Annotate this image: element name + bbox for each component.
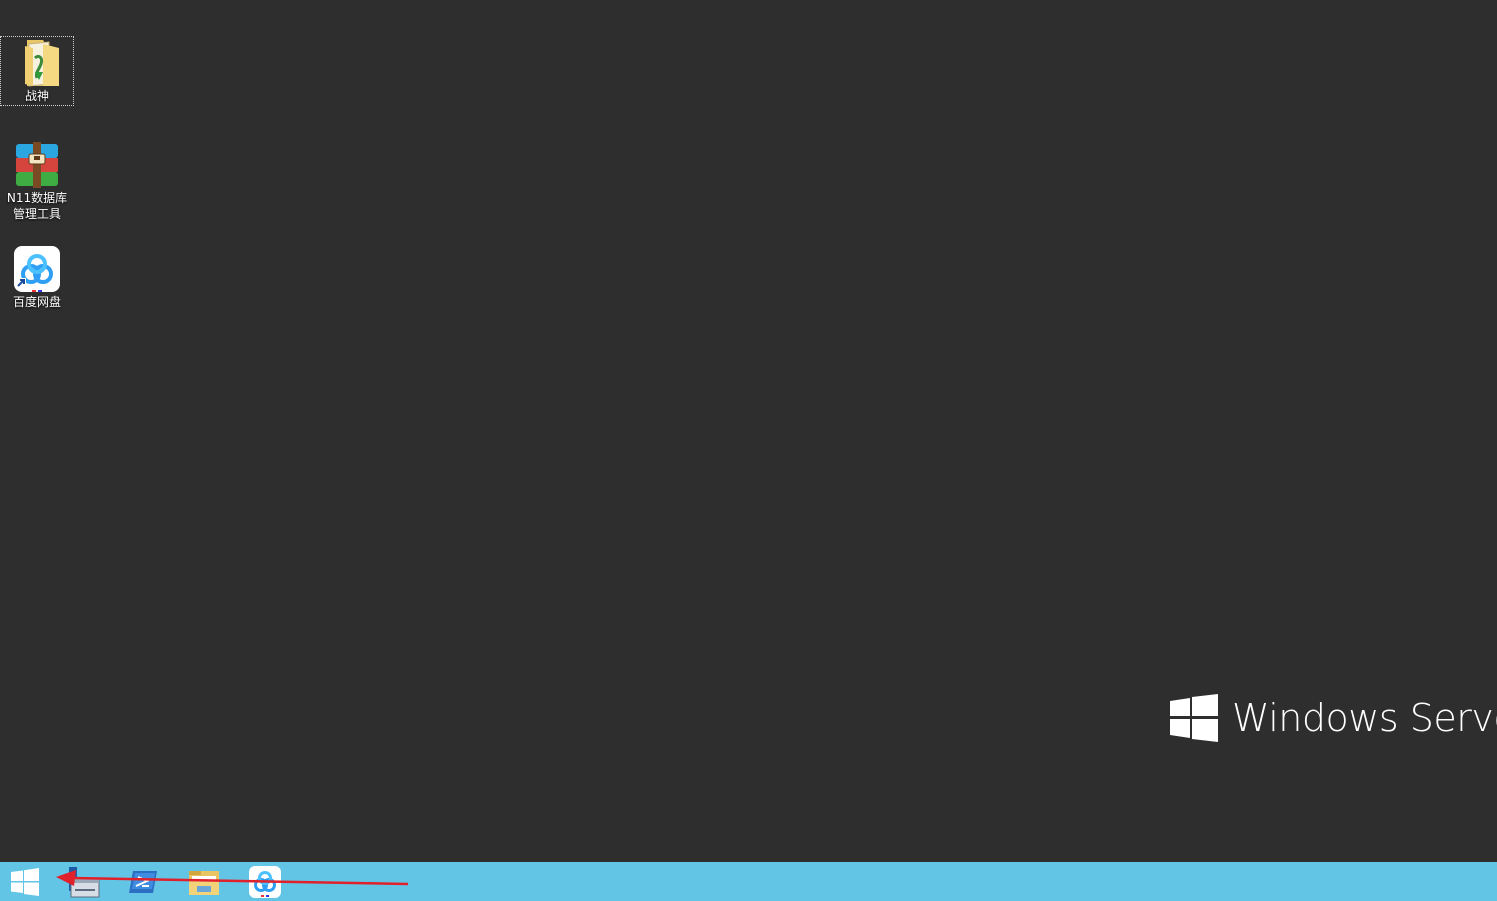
taskbar-server-manager[interactable] bbox=[56, 862, 106, 901]
windows-server-branding: Windows Server bbox=[1170, 694, 1497, 742]
winrar-archive-icon bbox=[16, 142, 58, 188]
desktop-icon-label: 百度网盘 bbox=[12, 295, 61, 309]
start-button[interactable] bbox=[0, 862, 50, 901]
desktop-background: 战神 N11数据库管理工具 百度网盘 Windows Serv bbox=[0, 0, 1497, 862]
branding-text: Windows Server bbox=[1232, 696, 1497, 740]
baidu-netdisk-icon bbox=[14, 246, 60, 292]
desktop-icon-baidu-netdisk[interactable]: 百度网盘 bbox=[0, 244, 74, 310]
taskbar-file-explorer[interactable] bbox=[179, 862, 229, 901]
desktop-icon-n11-db-tool[interactable]: N11数据库管理工具 bbox=[0, 140, 74, 222]
desktop-icon-zhanshen[interactable]: 战神 bbox=[0, 36, 74, 106]
folder-icon bbox=[25, 40, 59, 87]
taskbar-powershell[interactable] bbox=[118, 862, 168, 901]
desktop-icon-label: N11数据库管理工具 bbox=[6, 191, 68, 221]
file-explorer-icon bbox=[189, 870, 219, 895]
windows-logo-icon bbox=[11, 867, 39, 896]
desktop-icon-label: 战神 bbox=[24, 89, 49, 103]
taskbar bbox=[0, 862, 1497, 901]
baidu-netdisk-icon bbox=[249, 865, 281, 898]
windows-logo-icon bbox=[1170, 694, 1218, 742]
powershell-icon bbox=[129, 870, 157, 893]
server-manager-icon bbox=[69, 866, 100, 897]
taskbar-baidu-netdisk[interactable] bbox=[240, 862, 290, 901]
